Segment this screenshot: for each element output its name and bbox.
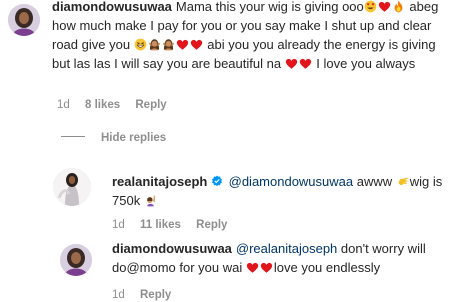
- reply-body: awww: [353, 174, 396, 189]
- reply-time: 1d: [112, 219, 125, 231]
- reply-username[interactable]: diamondowusuwaa: [112, 241, 232, 256]
- reply-body: love you endlessly: [273, 260, 381, 275]
- comment-likes[interactable]: 8 likes: [85, 99, 120, 111]
- red-heart-emoji: [260, 261, 273, 274]
- comment-time: 1d: [57, 99, 70, 111]
- avatar[interactable]: [60, 244, 92, 276]
- woman-gesturing-emoji: [148, 38, 161, 51]
- comment-body: I love you always: [312, 56, 416, 71]
- mention-link[interactable]: @diamondowusuwaa: [229, 174, 354, 189]
- grinning-squint-emoji: [134, 38, 147, 51]
- avatar[interactable]: [8, 4, 40, 36]
- mention-link[interactable]: @realanitajoseph: [236, 241, 337, 256]
- comment-body: Mama this your wig is giving ooo: [175, 0, 364, 14]
- reply-meta: 1d Reply: [112, 288, 183, 302]
- reply-time: 1d: [112, 289, 125, 301]
- raising-hand-emoji: [144, 194, 157, 207]
- reply-button[interactable]: Reply: [196, 219, 227, 231]
- reply-username[interactable]: realanitajoseph: [112, 174, 207, 189]
- verified-badge-icon: [212, 175, 222, 187]
- fire-emoji: [392, 0, 405, 13]
- red-heart-emoji: [299, 57, 312, 70]
- red-heart-emoji: [176, 38, 189, 51]
- hide-replies-button[interactable]: Hide replies: [61, 132, 166, 144]
- comment-text: diamondowusuwaa Mama this your wig is giv…: [52, 0, 456, 73]
- red-heart-emoji: [246, 261, 259, 274]
- red-heart-emoji: [378, 0, 391, 13]
- avatar[interactable]: [53, 168, 91, 206]
- reply-text: diamondowusuwaa @realanitajoseph don't wo…: [112, 239, 452, 277]
- red-heart-emoji: [285, 57, 298, 70]
- waving-hand-emoji: [396, 175, 409, 188]
- reply-meta: 1d 11 likes Reply: [112, 218, 239, 232]
- reply-button[interactable]: Reply: [135, 99, 166, 111]
- reply-text: realanitajoseph @diamondowusuwaa awww wi…: [112, 172, 456, 210]
- comment-meta: 1d 8 likes Reply: [57, 98, 179, 112]
- reply-button[interactable]: Reply: [140, 289, 171, 301]
- divider-line: [61, 136, 85, 137]
- red-heart-emoji: [190, 38, 203, 51]
- hide-replies-label[interactable]: Hide replies: [101, 132, 166, 144]
- heart-eyes-emoji: [364, 0, 377, 13]
- woman-gesturing-emoji: [162, 38, 175, 51]
- comment-username[interactable]: diamondowusuwaa: [52, 0, 172, 14]
- reply-likes[interactable]: 11 likes: [140, 219, 181, 231]
